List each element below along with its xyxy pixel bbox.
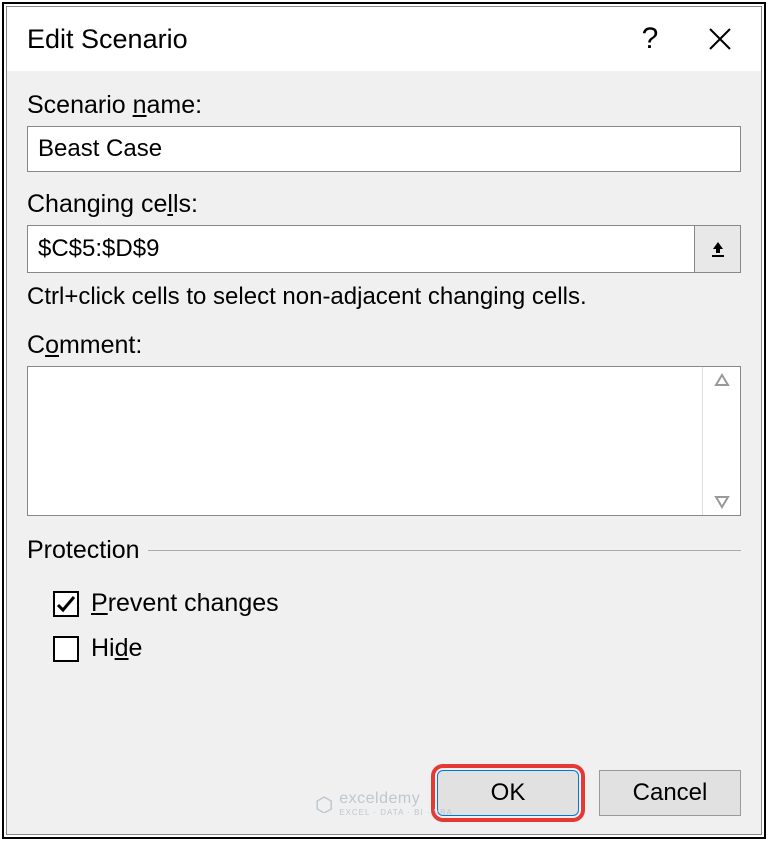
scroll-down-icon: [714, 495, 730, 509]
dialog-title: Edit Scenario: [27, 24, 615, 55]
comment-scrollbar[interactable]: [702, 367, 740, 515]
comment-label: Comment:: [27, 331, 741, 360]
changing-cells-input[interactable]: [28, 226, 694, 272]
checkbox-box: [53, 636, 79, 662]
checkbox-box: [53, 591, 79, 617]
scenario-name-label: Scenario name:: [27, 91, 741, 120]
hide-label: Hide: [91, 634, 142, 663]
scroll-up-icon: [714, 373, 730, 387]
checkmark-icon: [56, 594, 76, 614]
dialog-body: Scenario name: Changing cells: Ctrl+clic…: [7, 71, 761, 834]
collapse-dialog-button[interactable]: [694, 226, 740, 272]
ok-button[interactable]: OK: [437, 770, 579, 816]
prevent-changes-checkbox[interactable]: Prevent changes: [53, 589, 737, 618]
cancel-button[interactable]: Cancel: [599, 770, 741, 816]
titlebar: Edit Scenario ?: [7, 7, 761, 71]
window-outer: Edit Scenario ? Scenario name: Changing …: [2, 2, 766, 839]
close-button[interactable]: [685, 11, 755, 67]
help-button[interactable]: ?: [615, 11, 685, 67]
scenario-name-input[interactable]: [27, 126, 741, 172]
comment-box: [27, 366, 741, 516]
hide-checkbox[interactable]: Hide: [53, 634, 737, 663]
changing-cells-refedit: [27, 225, 741, 273]
prevent-changes-label: Prevent changes: [91, 589, 279, 618]
edit-scenario-dialog: Edit Scenario ? Scenario name: Changing …: [6, 6, 762, 835]
button-row: OK Cancel: [27, 770, 741, 816]
collapse-icon: [708, 239, 728, 259]
changing-cells-hint: Ctrl+click cells to select non-adjacent …: [27, 283, 741, 311]
changing-cells-label: Changing cells:: [27, 190, 741, 219]
protection-legend: Protection: [27, 536, 148, 565]
protection-group: Protection Prevent changes Hide: [27, 536, 741, 679]
comment-textarea[interactable]: [28, 367, 700, 515]
close-icon: [707, 26, 733, 52]
